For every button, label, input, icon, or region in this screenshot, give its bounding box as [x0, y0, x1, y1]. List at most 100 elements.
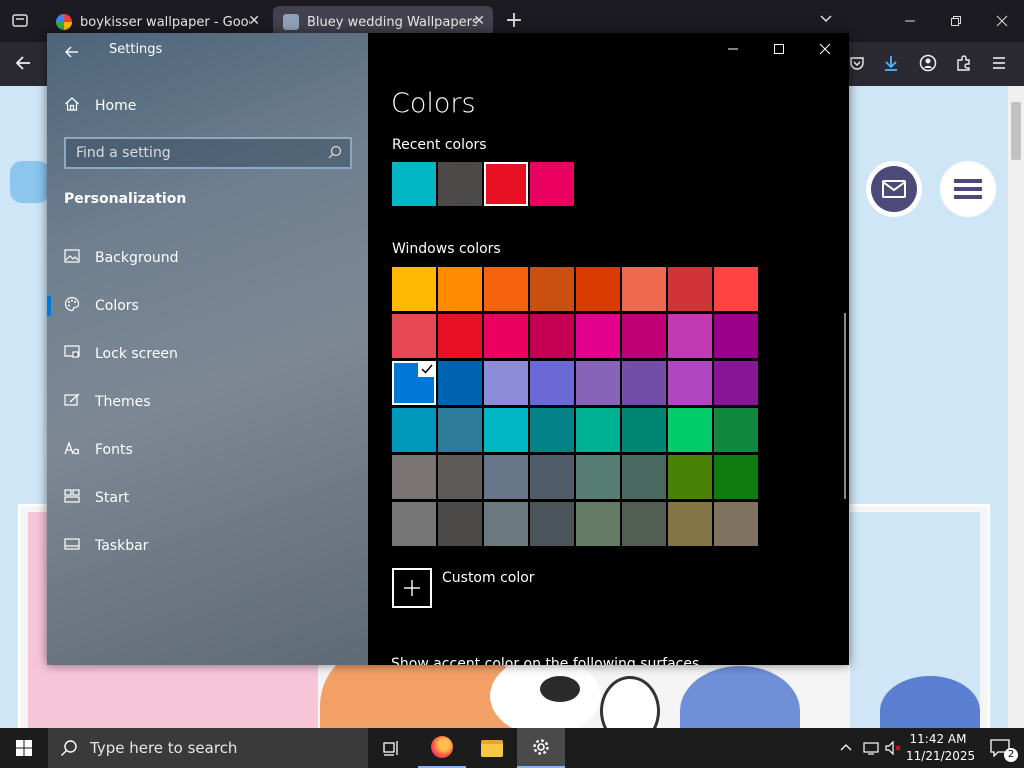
windows-color-swatch[interactable] — [714, 502, 758, 546]
maximize-button[interactable] — [756, 33, 802, 65]
windows-color-swatch[interactable] — [392, 361, 436, 405]
sidebar-item-start[interactable]: Start — [47, 478, 368, 518]
volume-muted-icon[interactable] — [883, 728, 905, 768]
pocket-icon[interactable] — [846, 55, 868, 75]
windows-color-swatch[interactable] — [392, 502, 436, 546]
sidebar-item-lock-screen[interactable]: Lock screen — [47, 334, 368, 374]
browser-restore-icon[interactable] — [944, 12, 968, 31]
windows-color-swatch[interactable] — [576, 408, 620, 452]
windows-color-swatch[interactable] — [530, 314, 574, 358]
page-scrollbar-thumb[interactable] — [1011, 102, 1021, 160]
windows-color-swatch[interactable] — [530, 408, 574, 452]
windows-color-swatch[interactable] — [668, 267, 712, 311]
mail-button[interactable] — [866, 161, 922, 217]
settings-taskbar-button[interactable] — [517, 728, 565, 768]
windows-color-swatch[interactable] — [668, 408, 712, 452]
recent-color-swatch[interactable] — [438, 162, 482, 206]
windows-color-swatch[interactable] — [714, 361, 758, 405]
windows-color-swatch[interactable] — [438, 361, 482, 405]
windows-color-swatch[interactable] — [622, 408, 666, 452]
sidebar-item-colors[interactable]: Colors — [47, 286, 368, 326]
windows-color-swatch[interactable] — [484, 314, 528, 358]
windows-color-swatch[interactable] — [668, 502, 712, 546]
windows-color-swatch[interactable] — [392, 408, 436, 452]
windows-color-swatch[interactable] — [484, 267, 528, 311]
windows-color-swatch[interactable] — [392, 455, 436, 499]
custom-color-button[interactable] — [392, 568, 432, 608]
windows-color-swatch[interactable] — [392, 314, 436, 358]
windows-color-swatch[interactable] — [668, 361, 712, 405]
windows-color-swatch[interactable] — [530, 502, 574, 546]
windows-color-swatch[interactable] — [576, 267, 620, 311]
notifications-button[interactable]: 2 — [976, 728, 1024, 768]
windows-color-swatch[interactable] — [530, 455, 574, 499]
section-heading: Personalization — [64, 191, 187, 207]
downloads-icon[interactable] — [880, 54, 902, 76]
windows-color-swatch[interactable] — [714, 267, 758, 311]
windows-color-swatch[interactable] — [484, 361, 528, 405]
sidebar-item-themes[interactable]: Themes — [47, 382, 368, 422]
windows-color-swatch[interactable] — [484, 455, 528, 499]
recent-color-swatch[interactable] — [484, 162, 528, 206]
windows-color-swatch[interactable] — [576, 455, 620, 499]
windows-color-swatch[interactable] — [622, 267, 666, 311]
windows-color-swatch[interactable] — [668, 314, 712, 358]
taskbar-search-box[interactable]: Type here to search — [48, 728, 368, 768]
windows-color-swatch[interactable] — [484, 502, 528, 546]
windows-color-swatch[interactable] — [622, 455, 666, 499]
recent-color-swatch[interactable] — [530, 162, 574, 206]
back-button[interactable] — [59, 39, 85, 65]
windows-color-swatch[interactable] — [530, 267, 574, 311]
sidebar-item-fonts[interactable]: Fonts — [47, 430, 368, 470]
windows-color-swatch[interactable] — [622, 314, 666, 358]
windows-color-swatch[interactable] — [392, 267, 436, 311]
clock[interactable]: 11:42 AM 11/21/2025 — [906, 731, 975, 765]
tab-overflow-chevron-icon[interactable] — [814, 10, 838, 29]
sidebar-item-taskbar[interactable]: Taskbar — [47, 526, 368, 566]
custom-color-label[interactable]: Custom color — [442, 570, 535, 586]
content-scrollbar[interactable] — [844, 313, 846, 499]
windows-color-swatch[interactable] — [438, 502, 482, 546]
windows-color-swatch[interactable] — [438, 314, 482, 358]
windows-color-swatch[interactable] — [576, 314, 620, 358]
site-menu-button[interactable] — [940, 161, 996, 217]
windows-color-swatch[interactable] — [668, 455, 712, 499]
file-explorer-taskbar-button[interactable] — [468, 728, 516, 768]
windows-color-swatch[interactable] — [484, 408, 528, 452]
close-button[interactable] — [802, 33, 848, 65]
windows-color-swatch[interactable] — [576, 361, 620, 405]
page-scrollbar[interactable] — [1008, 86, 1024, 728]
browser-close-icon[interactable] — [990, 12, 1014, 31]
tab-list-icon[interactable] — [8, 11, 32, 33]
close-tab-icon[interactable]: ✕ — [473, 13, 485, 29]
search-icon[interactable] — [328, 145, 342, 163]
task-view-button[interactable] — [368, 728, 416, 768]
windows-color-swatch[interactable] — [622, 361, 666, 405]
back-arrow-icon[interactable] — [10, 54, 36, 76]
minimize-button[interactable] — [710, 33, 756, 65]
close-tab-icon[interactable]: ✕ — [248, 13, 260, 29]
windows-color-swatch[interactable] — [438, 408, 482, 452]
recent-color-swatch[interactable] — [392, 162, 436, 206]
windows-color-swatch[interactable] — [530, 361, 574, 405]
start-button[interactable] — [0, 728, 48, 768]
show-hidden-icons-chevron-icon[interactable] — [836, 728, 856, 768]
account-icon[interactable] — [917, 54, 939, 76]
sidebar-item-home[interactable]: Home — [47, 86, 368, 126]
firefox-taskbar-button[interactable] — [418, 728, 466, 768]
hamburger-menu-icon[interactable] — [988, 55, 1010, 75]
extensions-icon[interactable] — [953, 54, 975, 76]
find-setting-input[interactable]: Find a setting — [64, 137, 352, 169]
windows-color-swatch[interactable] — [714, 455, 758, 499]
windows-color-swatch[interactable] — [714, 408, 758, 452]
gear-icon — [533, 739, 549, 755]
browser-minimize-icon[interactable] — [898, 12, 922, 31]
windows-color-swatch[interactable] — [622, 502, 666, 546]
windows-color-swatch[interactable] — [714, 314, 758, 358]
network-icon[interactable] — [860, 728, 882, 768]
windows-color-swatch[interactable] — [438, 267, 482, 311]
windows-color-swatch[interactable] — [576, 502, 620, 546]
new-tab-button[interactable]: + — [502, 8, 526, 33]
windows-color-swatch[interactable] — [438, 455, 482, 499]
sidebar-item-background[interactable]: Background — [47, 238, 368, 278]
